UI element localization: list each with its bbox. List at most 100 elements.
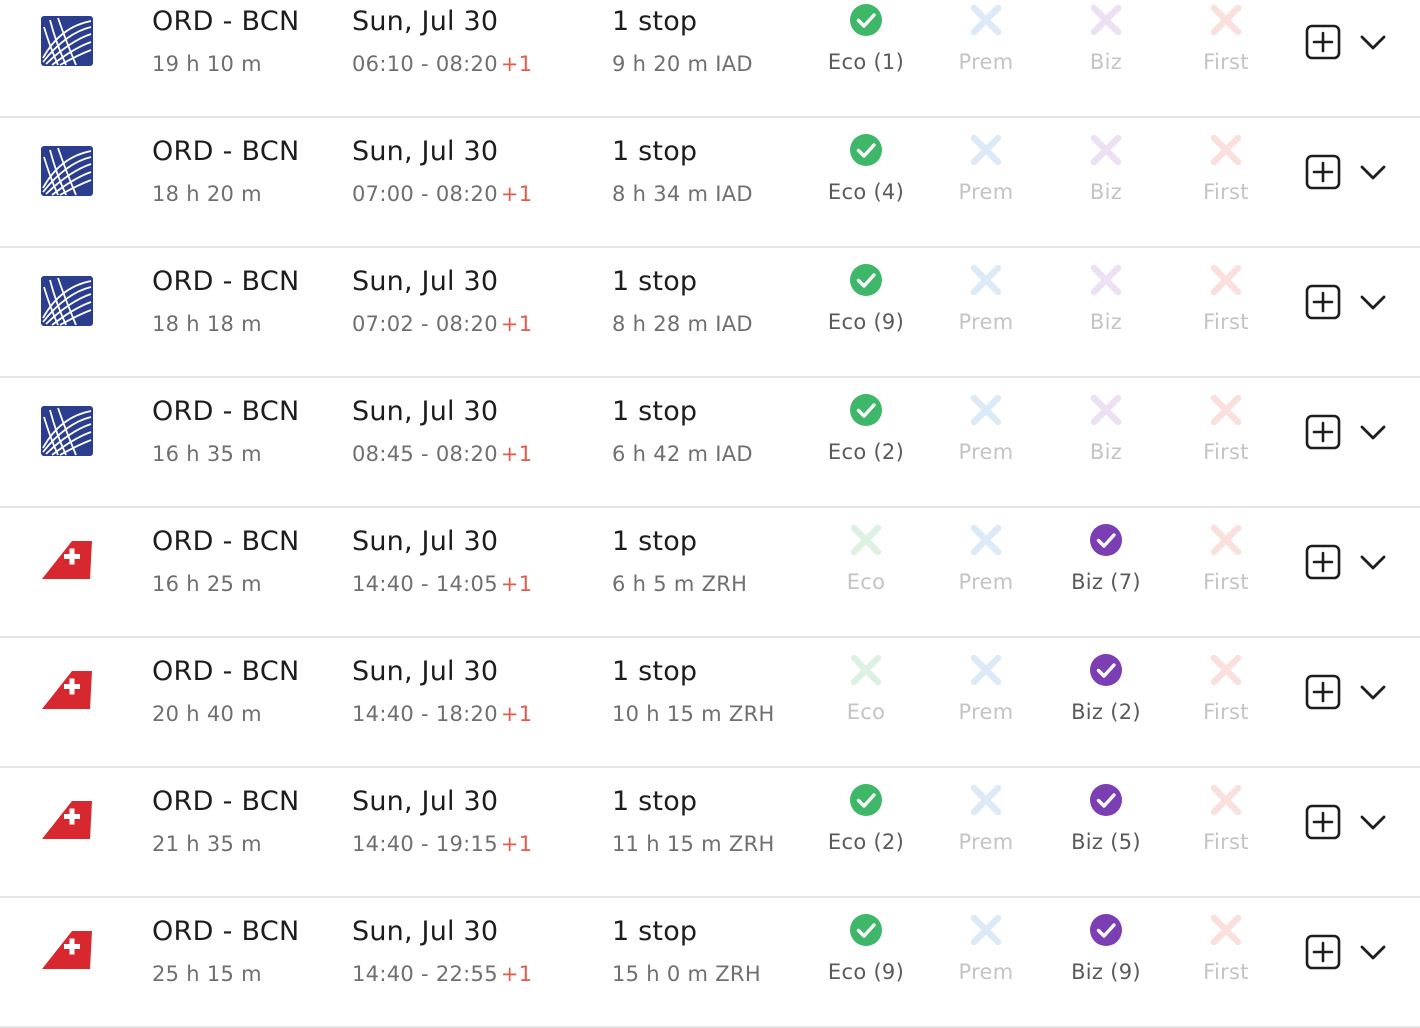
cabin-prem-label: Prem: [958, 440, 1014, 464]
cabin-prem: Prem: [926, 783, 1046, 873]
departure-date: Sun, Jul 30: [352, 396, 499, 427]
add-flight-button[interactable]: [1305, 414, 1341, 450]
plus-square-icon: [1305, 934, 1341, 974]
cabin-biz: Biz: [1046, 393, 1166, 483]
add-flight-button[interactable]: [1305, 24, 1341, 60]
flight-row[interactable]: ORD - BCN 18 h 18 m Sun, Jul 30 07:02 - 08:…: [0, 248, 1420, 378]
flight-row[interactable]: ORD - BCN 18 h 20 m Sun, Jul 30 07:00 - 08:…: [0, 118, 1420, 248]
time-range: 07:02 - 08:20: [352, 312, 498, 336]
expand-details-button[interactable]: [1359, 550, 1387, 574]
cabin-eco[interactable]: Eco (9): [806, 913, 926, 1003]
x-icon: [1166, 783, 1286, 817]
x-icon: [1046, 263, 1166, 297]
chevron-down-icon: [1359, 35, 1387, 58]
cabin-eco[interactable]: Eco (9): [806, 263, 926, 353]
cabin-eco-label: Eco (9): [827, 960, 905, 984]
stops-count: 1 stop: [612, 916, 698, 947]
cabin-eco[interactable]: Eco (4): [806, 133, 926, 223]
united-globe-icon: [40, 145, 94, 197]
x-icon: [1046, 133, 1166, 167]
departure-date: Sun, Jul 30: [352, 6, 499, 37]
total-duration: 20 h 40 m: [152, 702, 262, 726]
add-flight-button[interactable]: [1305, 284, 1341, 320]
cabin-first: First: [1166, 913, 1286, 1003]
add-flight-button[interactable]: [1305, 544, 1341, 580]
flight-row[interactable]: ORD - BCN 16 h 25 m Sun, Jul 30 14:40 - 14:…: [0, 508, 1420, 638]
add-flight-button[interactable]: [1305, 674, 1341, 710]
cabin-eco[interactable]: Eco (1): [806, 3, 926, 93]
add-flight-button[interactable]: [1305, 804, 1341, 840]
cabin-first: First: [1166, 523, 1286, 613]
expand-details-button[interactable]: [1359, 940, 1387, 964]
cabin-first-label: First: [1203, 310, 1249, 334]
route-label: ORD - BCN: [152, 786, 300, 817]
departure-date: Sun, Jul 30: [352, 786, 499, 817]
x-icon: [1166, 133, 1286, 167]
departure-date: Sun, Jul 30: [352, 136, 499, 167]
cabin-prem: Prem: [926, 393, 1046, 483]
layover-info: 10 h 15 m ZRH: [612, 702, 775, 726]
total-duration: 21 h 35 m: [152, 832, 262, 856]
expand-details-button[interactable]: [1359, 420, 1387, 444]
plus-square-icon: [1305, 414, 1341, 454]
time-range: 14:40 - 14:05: [352, 572, 498, 596]
flight-row[interactable]: ORD - BCN 20 h 40 m Sun, Jul 30 14:40 - 18:…: [0, 638, 1420, 768]
swiss-tail-icon: [40, 665, 94, 717]
flight-row[interactable]: ORD - BCN 25 h 15 m Sun, Jul 30 14:40 - 22:…: [0, 898, 1420, 1028]
plus-day-badge: +1: [500, 52, 533, 76]
chevron-down-icon: [1359, 945, 1387, 968]
cabin-prem-label: Prem: [958, 180, 1014, 204]
x-icon: [1046, 393, 1166, 427]
x-icon: [806, 523, 926, 557]
route-label: ORD - BCN: [152, 266, 300, 297]
cabin-biz[interactable]: Biz (2): [1046, 653, 1166, 743]
cabin-prem: Prem: [926, 653, 1046, 743]
cabin-eco-label: Eco (9): [827, 310, 905, 334]
cabin-biz-label: Biz (2): [1071, 700, 1141, 724]
layover-info: 15 h 0 m ZRH: [612, 962, 761, 986]
plus-square-icon: [1305, 674, 1341, 714]
cabin-biz[interactable]: Biz (9): [1046, 913, 1166, 1003]
check-circle-icon: [806, 133, 926, 167]
flight-row[interactable]: ORD - BCN 19 h 10 m Sun, Jul 30 06:10 - 08:…: [0, 0, 1420, 118]
expand-details-button[interactable]: [1359, 30, 1387, 54]
check-circle-icon: [1046, 523, 1166, 557]
stops-count: 1 stop: [612, 266, 698, 297]
united-globe-icon: [40, 275, 94, 327]
departure-date: Sun, Jul 30: [352, 266, 499, 297]
cabin-eco[interactable]: Eco (2): [806, 783, 926, 873]
expand-details-button[interactable]: [1359, 290, 1387, 314]
departure-date: Sun, Jul 30: [352, 656, 499, 687]
flight-row[interactable]: ORD - BCN 16 h 35 m Sun, Jul 30 08:45 - 08:…: [0, 378, 1420, 508]
cabin-prem: Prem: [926, 523, 1046, 613]
chevron-down-icon: [1359, 295, 1387, 318]
add-flight-button[interactable]: [1305, 934, 1341, 970]
swiss-tail-icon: [40, 795, 94, 847]
total-duration: 16 h 35 m: [152, 442, 262, 466]
united-globe-icon: [40, 15, 94, 67]
expand-details-button[interactable]: [1359, 680, 1387, 704]
time-range: 06:10 - 08:20: [352, 52, 498, 76]
cabin-first-label: First: [1203, 700, 1249, 724]
expand-details-button[interactable]: [1359, 160, 1387, 184]
swiss-tail-icon: [40, 925, 94, 977]
cabin-biz-label: Biz (9): [1071, 960, 1141, 984]
check-circle-icon: [1046, 913, 1166, 947]
cabin-first-label: First: [1203, 570, 1249, 594]
cabin-biz: Biz: [1046, 133, 1166, 223]
expand-details-button[interactable]: [1359, 810, 1387, 834]
add-flight-button[interactable]: [1305, 154, 1341, 190]
cabin-eco[interactable]: Eco (2): [806, 393, 926, 483]
plus-square-icon: [1305, 284, 1341, 324]
cabin-eco-label: Eco: [846, 570, 886, 594]
layover-info: 8 h 34 m IAD: [612, 182, 753, 206]
cabin-biz[interactable]: Biz (7): [1046, 523, 1166, 613]
plus-square-icon: [1305, 24, 1341, 64]
cabin-eco: Eco: [806, 653, 926, 743]
x-icon: [1166, 523, 1286, 557]
flight-row[interactable]: ORD - BCN 21 h 35 m Sun, Jul 30 14:40 - 19:…: [0, 768, 1420, 898]
flight-times: 14:40 - 14:05 +1: [352, 572, 532, 596]
time-range: 08:45 - 08:20: [352, 442, 498, 466]
cabin-biz[interactable]: Biz (5): [1046, 783, 1166, 873]
cabin-prem: Prem: [926, 263, 1046, 353]
